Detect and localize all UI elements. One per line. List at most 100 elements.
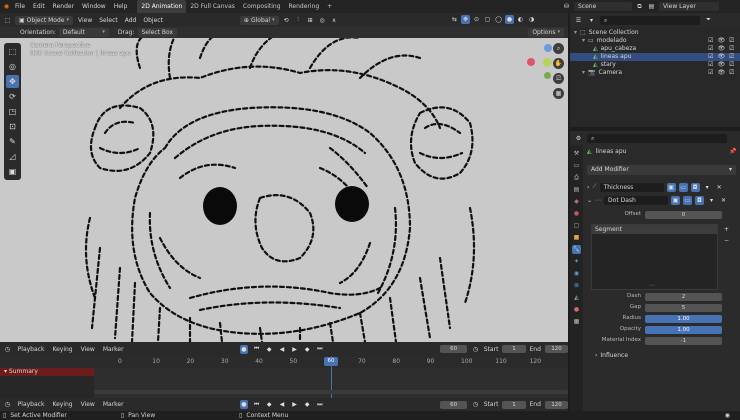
- scene-tab-icon[interactable]: ◆: [572, 197, 581, 206]
- expand-icon[interactable]: ▾: [582, 69, 585, 77]
- outliner-search-input[interactable]: ⌕: [600, 15, 700, 25]
- shading-wire-icon[interactable]: ◯: [494, 15, 503, 24]
- modifier-name-field[interactable]: Dot Dash: [604, 195, 669, 205]
- radius-field[interactable]: 1.00: [645, 315, 722, 323]
- next-key-icon[interactable]: ◆: [303, 400, 312, 409]
- material-tab-icon[interactable]: ●: [572, 305, 581, 314]
- axis-z-icon[interactable]: [544, 44, 552, 52]
- outliner-item-collection-modelado[interactable]: ▾ ▭ modelado ☑ 👁 ⎚: [570, 37, 740, 45]
- menu-view[interactable]: View: [79, 343, 97, 356]
- perspective-grid-icon[interactable]: ▦: [553, 88, 564, 99]
- scale-tool-icon[interactable]: ◳: [6, 105, 19, 118]
- properties-editor-icon[interactable]: ⚙: [574, 134, 583, 143]
- display-mode-icon[interactable]: ▾: [587, 16, 596, 25]
- render-tab-icon[interactable]: ▭: [572, 161, 581, 170]
- object-tab-icon[interactable]: ■: [572, 233, 581, 242]
- texture-tab-icon[interactable]: ▦: [572, 317, 581, 326]
- checkbox-icon[interactable]: ☑: [708, 61, 713, 69]
- close-icon[interactable]: ✕: [719, 196, 728, 205]
- menu-file[interactable]: File: [11, 0, 29, 13]
- axis-x-icon[interactable]: [527, 58, 535, 66]
- view-layer-icon[interactable]: ▤: [647, 2, 656, 11]
- mode-dropdown[interactable]: ▣ Object Mode ▾: [15, 15, 73, 25]
- physics-tab-icon[interactable]: ◉: [572, 269, 581, 278]
- current-frame-field-2[interactable]: 60: [440, 400, 468, 409]
- shading-solid-icon[interactable]: ●: [505, 15, 514, 24]
- timeline-scrollbar[interactable]: [94, 390, 568, 394]
- menu-view[interactable]: View: [76, 14, 94, 27]
- effects-tab-icon[interactable]: ✦: [572, 257, 581, 266]
- checkbox-icon[interactable]: ☑: [708, 37, 713, 45]
- collection-tab-icon[interactable]: ▢: [572, 221, 581, 230]
- outliner-item-object-lineas-apu[interactable]: ◭ lineas apu ☑ 👁 ⎚: [570, 53, 740, 61]
- current-frame-field[interactable]: 60: [440, 345, 468, 353]
- play-reverse-icon[interactable]: ◀: [278, 345, 287, 354]
- gizmo-icon[interactable]: ✥: [461, 15, 470, 24]
- move-tool-icon[interactable]: ✥: [6, 75, 19, 88]
- properties-search-input[interactable]: ⌕: [587, 133, 727, 143]
- expand-icon[interactable]: ▾: [582, 37, 585, 45]
- expand-icon[interactable]: ▾: [574, 29, 577, 37]
- checkbox-icon[interactable]: ☑: [708, 69, 713, 77]
- menu-edit[interactable]: Edit: [29, 0, 49, 13]
- expand-icon[interactable]: ⌄: [587, 197, 592, 204]
- view-layer-tab-icon[interactable]: ▤: [572, 185, 581, 194]
- summary-channel[interactable]: ▾ Summary: [0, 368, 94, 376]
- clock-small-icon[interactable]: ◷: [471, 345, 480, 354]
- menu-add[interactable]: Add: [123, 14, 139, 27]
- frame-ruler[interactable]: 0 10 20 30 40 50 60 70 80 90 100 110 120: [0, 356, 568, 368]
- edit-mode-icon[interactable]: ▣: [671, 195, 681, 205]
- modifier-name-field[interactable]: Thickness: [599, 182, 664, 192]
- menu-select[interactable]: Select: [97, 14, 120, 27]
- drag-dropdown[interactable]: Select Box: [137, 28, 178, 37]
- eye-icon[interactable]: 👁: [718, 37, 726, 45]
- record-icon[interactable]: ●: [239, 400, 249, 409]
- camera-render-icon[interactable]: ⎚: [729, 61, 734, 69]
- view-layer-selector[interactable]: View Layer: [659, 2, 719, 11]
- menu-window[interactable]: Window: [78, 0, 110, 13]
- record-icon[interactable]: ●: [239, 344, 249, 354]
- camera-render-icon[interactable]: ⎚: [729, 69, 734, 77]
- pivot-icon[interactable]: ⟲: [282, 16, 291, 25]
- checkbox-icon[interactable]: ☑: [708, 45, 713, 53]
- scene-selector[interactable]: Scene: [574, 2, 632, 11]
- prev-key-icon[interactable]: ◆: [265, 400, 274, 409]
- segment-item[interactable]: Segment: [592, 225, 717, 234]
- menu-marker[interactable]: Marker: [101, 343, 126, 356]
- end-frame-field-2[interactable]: 120: [544, 400, 568, 409]
- outliner-item-scene-collection[interactable]: ▾ ⬚ Scene Collection: [570, 29, 740, 37]
- outliner-item-object-camera[interactable]: ▾ 📷 Camera ☑ 👁 ⎚: [570, 69, 740, 77]
- add-icon[interactable]: +: [722, 225, 731, 234]
- editor-type-icon[interactable]: ⬚: [3, 16, 12, 25]
- offset-field[interactable]: 0: [645, 211, 722, 219]
- rotate-tool-icon[interactable]: ⟳: [6, 90, 19, 103]
- outliner-editor-icon[interactable]: ☰: [574, 16, 583, 25]
- outliner-item-object-stary[interactable]: ◭ stary ☑ 👁 ⎚: [570, 61, 740, 69]
- start-frame-field[interactable]: 1: [502, 345, 526, 353]
- clock-small-icon[interactable]: ◷: [471, 400, 480, 409]
- eye-icon[interactable]: 👁: [718, 61, 726, 69]
- new-scene-icon[interactable]: ⧉: [635, 2, 644, 11]
- playhead-frame[interactable]: 60: [324, 357, 338, 366]
- data-tab-icon[interactable]: ◭: [572, 293, 581, 302]
- viewport-display-icon[interactable]: ▭: [678, 182, 688, 192]
- camera-render-icon[interactable]: ⎚: [729, 37, 734, 45]
- clock-icon[interactable]: ◷: [3, 345, 12, 354]
- outliner-item-object-apu-cabeza[interactable]: ◭ apu_cabeza ☑ 👁 ⎚: [570, 45, 740, 53]
- clock-icon[interactable]: ◷: [3, 400, 12, 409]
- tab-2d-full-canvas[interactable]: 2D Full Canvas: [186, 0, 239, 13]
- menu-playback-2[interactable]: Playback: [16, 398, 47, 411]
- menu-keying-2[interactable]: Keying: [50, 398, 74, 411]
- camera-view-icon[interactable]: ⎚: [553, 73, 564, 84]
- edit-mode-icon[interactable]: ▣: [666, 182, 676, 192]
- modifier-thickness[interactable]: › ⟋ Thickness ▣ ▭ ◘ ▾ ✕: [587, 182, 736, 192]
- shading-material-icon[interactable]: ◐: [516, 15, 525, 24]
- close-icon[interactable]: ✕: [715, 183, 724, 192]
- select-tool-icon[interactable]: ⬚: [6, 45, 19, 58]
- dropdown-icon[interactable]: ▾: [707, 196, 716, 205]
- orientation-dropdown[interactable]: Default ▾: [58, 28, 109, 37]
- snap-icon[interactable]: ⫶: [294, 16, 303, 25]
- expand-icon[interactable]: ›: [587, 184, 589, 191]
- xray-icon[interactable]: ▢: [483, 15, 492, 24]
- axis-y-icon[interactable]: [543, 58, 552, 67]
